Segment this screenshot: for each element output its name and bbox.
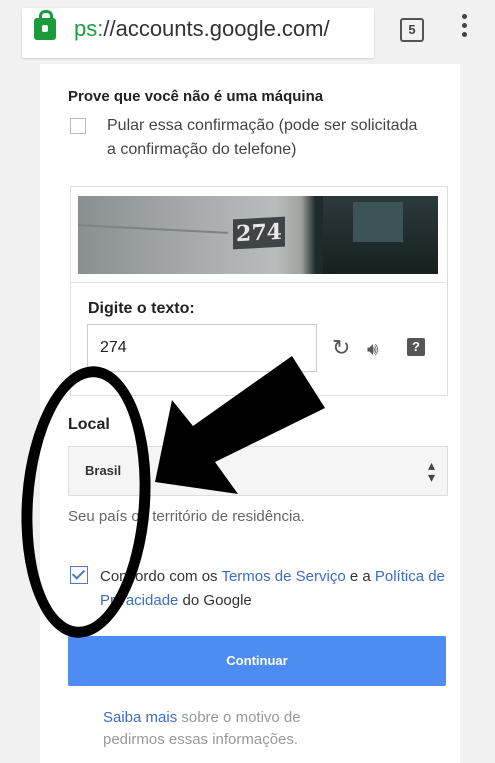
audio-icon[interactable]: 🔊︎ [367,338,378,360]
terms-suffix: do Google [178,592,252,609]
learn-more-link[interactable]: Saiba mais [103,709,177,726]
continue-button[interactable]: Continuar [68,636,446,686]
captcha-image-number: 274 [233,216,285,250]
terms-mid: e a [345,568,375,585]
skip-confirmation-checkbox[interactable] [70,118,86,134]
help-icon[interactable]: ? [407,338,425,356]
url-host: //accounts.google.com/ [103,16,330,41]
divider [70,282,446,283]
captcha-section-title: Prove que você não é uma máquina [68,88,324,105]
url-text[interactable]: ps://accounts.google.com/ [74,16,330,42]
reload-icon[interactable]: ↻ [332,336,350,360]
terms-text: Concordo com os Termos de Serviço e a Po… [100,565,445,613]
lock-icon [34,10,56,40]
terms-link[interactable]: Termos de Serviço [221,568,345,585]
overflow-menu-icon[interactable] [462,14,468,41]
tab-count-button[interactable]: 5 [400,18,424,42]
select-arrows-icon: ▴ ▾ [427,457,435,485]
url-scheme: ps: [74,16,104,41]
skip-confirmation-label[interactable]: Pular essa confirmação (pode ser solicit… [107,114,427,162]
page: ps://accounts.google.com/ 5 Prove que vo… [0,0,495,763]
captcha-input[interactable] [87,324,317,372]
captcha-input-label: Digite o texto: [88,300,195,317]
learn-more-text: Saiba mais sobre o motivo de pedirmos es… [103,707,363,751]
captcha-image: 274 [78,196,438,274]
